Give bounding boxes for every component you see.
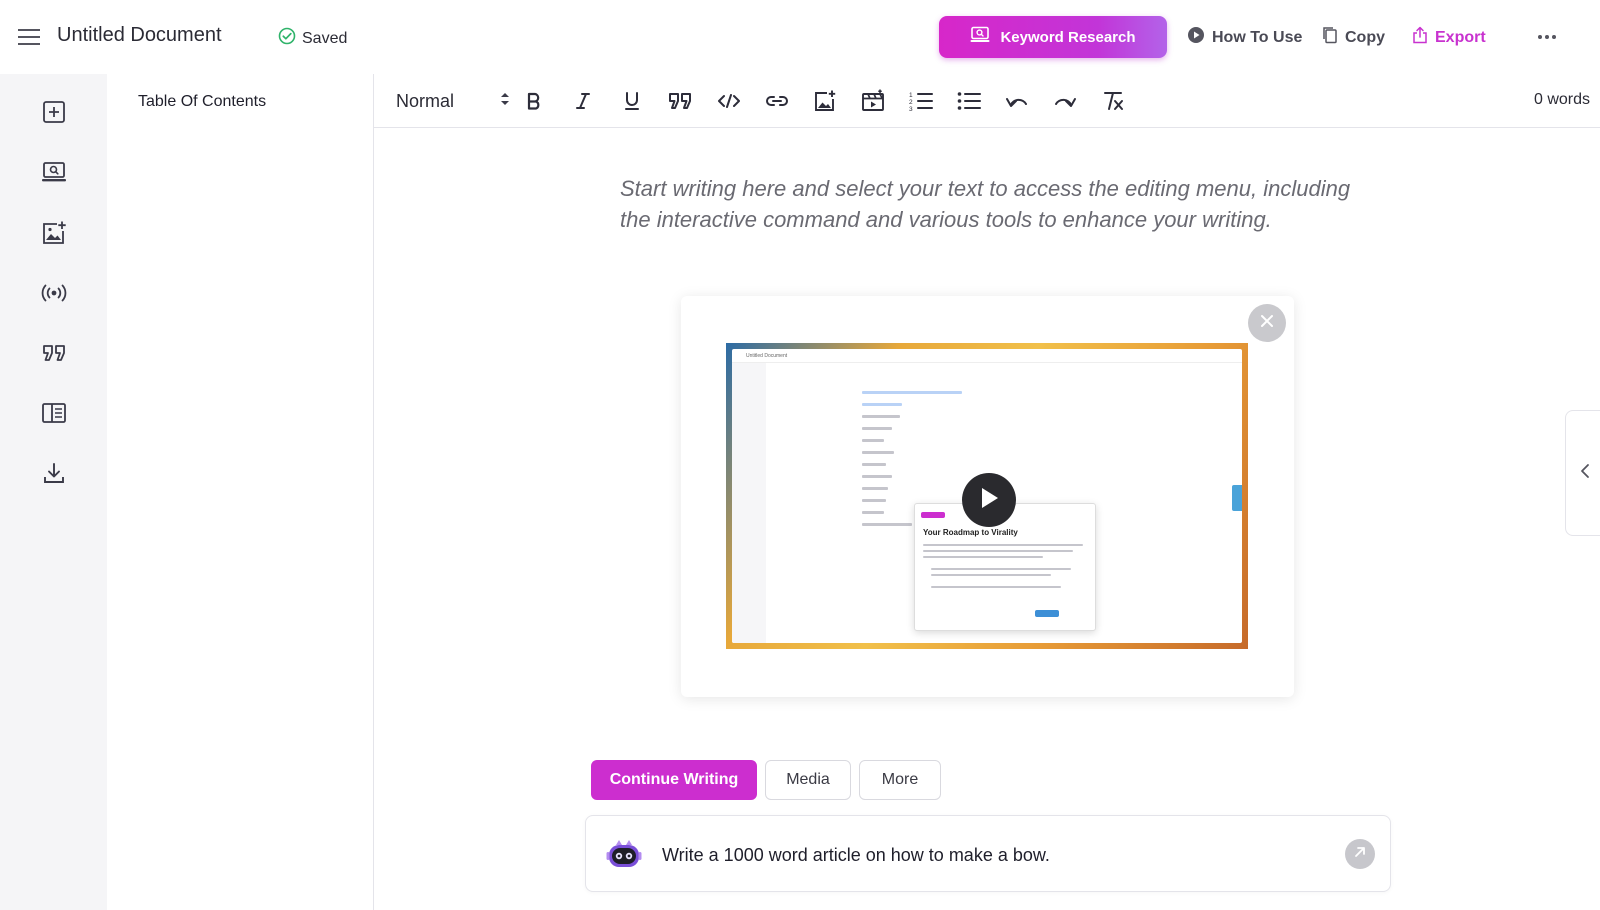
panel-layout-icon[interactable] (40, 399, 68, 427)
top-bar: Untitled Document Saved Keyword Research… (0, 0, 1600, 74)
download-icon[interactable] (40, 459, 68, 487)
svg-text:1: 1 (909, 92, 913, 99)
thumbnail-line (862, 523, 912, 526)
thumbnail-line (862, 439, 884, 442)
thumbnail-line (862, 499, 886, 502)
broadcast-icon[interactable] (40, 279, 68, 307)
how-to-use-button[interactable]: How To Use (1187, 26, 1302, 49)
close-icon (1260, 314, 1274, 333)
thumbnail-line (931, 586, 1061, 588)
chevron-left-icon (1580, 463, 1590, 484)
thumbnail-popup-tab (921, 512, 945, 518)
play-icon (978, 486, 1000, 515)
editor-placeholder[interactable]: Start writing here and select your text … (620, 173, 1360, 235)
check-circle-icon (278, 27, 296, 50)
ai-prompt-bar (585, 815, 1391, 892)
add-image-icon[interactable] (40, 219, 68, 247)
svg-text:2: 2 (909, 99, 913, 106)
redo-icon[interactable] (1052, 88, 1078, 114)
media-button[interactable]: Media (765, 760, 851, 800)
more-options-icon[interactable] (1535, 26, 1559, 48)
thumbnail-line (862, 463, 886, 466)
document-title[interactable]: Untitled Document (57, 24, 222, 47)
undo-icon[interactable] (1004, 88, 1030, 114)
robot-assistant-icon (606, 837, 642, 873)
insert-image-icon[interactable] (812, 88, 838, 114)
text-style-value: Normal (396, 90, 455, 111)
thumbnail-line (862, 451, 894, 454)
quote-icon[interactable] (40, 339, 68, 367)
bullet-list-icon[interactable] (956, 88, 982, 114)
blockquote-icon[interactable] (667, 88, 693, 114)
thumbnail-line (923, 550, 1073, 552)
keyword-research-label: Keyword Research (1000, 28, 1136, 46)
thumbnail-popup-title: Your Roadmap to Virality (923, 528, 1018, 537)
formatting-toolbar: Normal 123 0 words (374, 74, 1600, 128)
code-icon[interactable] (716, 88, 742, 114)
keyword-research-rail-icon[interactable] (40, 158, 68, 186)
app-root: Untitled Document Saved Keyword Research… (0, 0, 1600, 910)
thumbnail-line (862, 487, 888, 490)
export-share-icon (1412, 26, 1428, 49)
thumbnail-line (862, 511, 884, 514)
copy-button[interactable]: Copy (1322, 26, 1385, 49)
export-label: Export (1435, 28, 1486, 46)
updown-chevron-icon (500, 91, 510, 112)
continue-writing-button[interactable]: Continue Writing (591, 760, 757, 800)
left-tool-rail (0, 74, 107, 910)
keyword-research-button[interactable]: Keyword Research (939, 16, 1167, 58)
thumbnail-side-tab (1232, 485, 1242, 511)
underline-icon[interactable] (619, 88, 645, 114)
link-icon[interactable] (764, 88, 790, 114)
text-style-select[interactable]: Normal (396, 88, 510, 114)
thumbnail-line (862, 391, 962, 394)
tutorial-video-card: Untitled Document Your Roadmap to Virali… (681, 296, 1294, 697)
how-to-use-label: How To Use (1212, 28, 1303, 46)
table-of-contents-panel: Table Of Contents (107, 74, 374, 910)
thumbnail-screen: Untitled Document Your Roadmap to Virali… (732, 349, 1242, 643)
clear-format-icon[interactable] (1100, 88, 1126, 114)
prompt-input[interactable] (662, 840, 1322, 870)
thumbnail-line (923, 556, 1043, 558)
video-thumbnail[interactable]: Untitled Document Your Roadmap to Virali… (726, 343, 1248, 649)
thumbnail-line (862, 427, 892, 430)
thumbnail-popup: Your Roadmap to Virality (914, 503, 1096, 631)
copy-label: Copy (1345, 28, 1385, 46)
toc-title: Table Of Contents (138, 93, 267, 110)
send-prompt-button[interactable] (1345, 839, 1375, 869)
send-arrow-icon (1353, 845, 1367, 864)
thumbnail-doc-title: Untitled Document (746, 353, 788, 359)
more-button[interactable]: More (859, 760, 941, 800)
thumbnail-line (923, 544, 1083, 546)
insert-video-icon[interactable] (860, 88, 886, 114)
saved-status: Saved (278, 27, 347, 50)
add-block-icon[interactable] (40, 98, 68, 126)
thumbnail-line (862, 415, 900, 418)
export-button[interactable]: Export (1412, 26, 1486, 49)
thumbnail-top-bar: Untitled Document (732, 349, 1242, 363)
play-circle-icon (1187, 26, 1205, 49)
side-panel-toggle[interactable] (1565, 410, 1600, 536)
hamburger-menu-icon[interactable] (16, 24, 42, 50)
word-count: 0 words (1533, 91, 1590, 108)
close-video-button[interactable] (1248, 304, 1286, 342)
keyword-research-icon (970, 26, 990, 48)
italic-icon[interactable] (570, 88, 596, 114)
thumbnail-line (931, 568, 1071, 570)
bold-icon[interactable] (521, 88, 547, 114)
thumbnail-popup-button (1035, 610, 1059, 617)
svg-text:3: 3 (909, 106, 913, 111)
play-video-button[interactable] (962, 473, 1016, 527)
thumbnail-line (931, 574, 1051, 576)
saved-label: Saved (302, 29, 348, 47)
thumbnail-rail (732, 363, 766, 643)
copy-icon (1322, 26, 1338, 49)
thumbnail-line (862, 475, 892, 478)
ordered-list-icon[interactable]: 123 (908, 88, 934, 114)
thumbnail-line (862, 403, 902, 406)
